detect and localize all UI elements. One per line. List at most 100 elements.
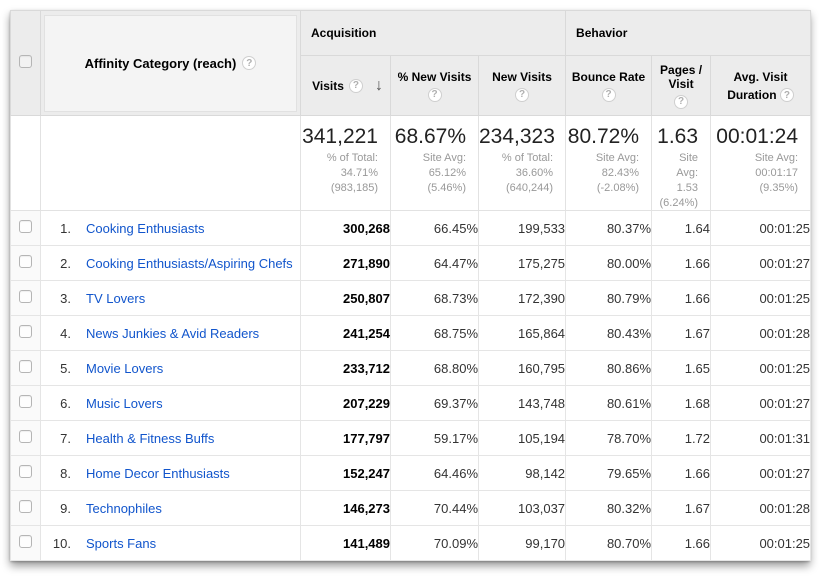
summary-blank-cell <box>11 116 41 211</box>
summary-subtext: % of Total: 34.71% (983,185) <box>301 151 378 196</box>
pct-new-visits-cell: 66.45% <box>391 211 479 246</box>
bounce-rate-cell: 80.86% <box>566 351 652 386</box>
visits-cell: 146,273 <box>301 491 391 526</box>
category-link[interactable]: News Junkies & Avid Readers <box>86 326 259 341</box>
row-checkbox[interactable] <box>19 535 32 548</box>
pages-per-visit-cell: 1.67 <box>652 316 711 351</box>
avg-visit-duration-cell: 00:01:25 <box>711 351 811 386</box>
new-visits-cell: 99,170 <box>479 526 566 561</box>
select-all-checkbox-cell <box>11 11 41 116</box>
help-icon[interactable]: ? <box>515 88 529 102</box>
column-header-new-visits[interactable]: New Visits ? <box>479 56 566 116</box>
summary-blank-cell <box>41 116 301 211</box>
category-link[interactable]: Cooking Enthusiasts <box>86 221 205 236</box>
bounce-rate-cell: 79.65% <box>566 456 652 491</box>
row-checkbox[interactable] <box>19 255 32 268</box>
category-link[interactable]: TV Lovers <box>86 291 145 306</box>
visits-cell: 271,890 <box>301 246 391 281</box>
help-icon[interactable]: ? <box>780 88 794 102</box>
category-link[interactable]: Health & Fitness Buffs <box>86 431 214 446</box>
column-header-pages-per-visit[interactable]: Pages / Visit ? <box>652 56 711 116</box>
row-checkbox-cell <box>11 526 41 561</box>
summary-subtext: Site Avg: 65.12% (5.46%) <box>391 151 466 196</box>
row-rank: 7. <box>41 431 71 446</box>
row-checkbox-cell <box>11 491 41 526</box>
pct-new-visits-cell: 64.47% <box>391 246 479 281</box>
summary-value: 80.72% <box>566 125 639 148</box>
visits-cell: 152,247 <box>301 456 391 491</box>
pages-per-visit-cell: 1.66 <box>652 526 711 561</box>
row-checkbox[interactable] <box>19 500 32 513</box>
column-header-avg-visit-duration[interactable]: Avg. Visit Duration ? <box>711 56 811 116</box>
dimension-header-box[interactable]: Affinity Category (reach) ? <box>44 15 297 112</box>
visits-cell: 300,268 <box>301 211 391 246</box>
avg-visit-duration-cell: 00:01:31 <box>711 421 811 456</box>
column-header-bounce-rate[interactable]: Bounce Rate ? <box>566 56 652 116</box>
category-cell: 2.Cooking Enthusiasts/Aspiring Chefs <box>41 246 301 281</box>
summary-subtext: % of Total: 36.60% (640,244) <box>479 151 553 196</box>
row-checkbox[interactable] <box>19 220 32 233</box>
row-rank: 8. <box>41 466 71 481</box>
row-checkbox[interactable] <box>19 430 32 443</box>
avg-visit-duration-cell: 00:01:27 <box>711 386 811 421</box>
column-label: Pages / Visit <box>654 63 708 91</box>
sort-descending-icon[interactable]: ↓ <box>375 77 383 95</box>
table-header: Affinity Category (reach) ? Acquisition … <box>11 11 811 116</box>
summary-value: 234,323 <box>479 125 553 148</box>
summary-value: 341,221 <box>301 125 378 148</box>
column-label: Visits <box>312 79 344 93</box>
column-header-pct-new-visits[interactable]: % New Visits ? <box>391 56 479 116</box>
row-checkbox-cell <box>11 386 41 421</box>
summary-avg-visit-duration: 00:01:24 Site Avg: 00:01:17 (9.35%) <box>711 116 811 211</box>
category-link[interactable]: Sports Fans <box>86 536 156 551</box>
column-header-visits[interactable]: Visits ? ↓ <box>301 56 391 116</box>
avg-visit-duration-cell: 00:01:25 <box>711 526 811 561</box>
visits-cell: 207,229 <box>301 386 391 421</box>
category-link[interactable]: Music Lovers <box>86 396 163 411</box>
category-cell: 9.Technophiles <box>41 491 301 526</box>
row-rank: 3. <box>41 291 71 306</box>
select-all-checkbox[interactable] <box>19 55 32 68</box>
category-link[interactable]: Cooking Enthusiasts/Aspiring Chefs <box>86 256 293 271</box>
row-checkbox[interactable] <box>19 325 32 338</box>
row-rank: 4. <box>41 326 71 341</box>
row-checkbox[interactable] <box>19 395 32 408</box>
table-body: 341,221 % of Total: 34.71% (983,185) 68.… <box>11 116 811 561</box>
row-checkbox-cell <box>11 316 41 351</box>
new-visits-cell: 160,795 <box>479 351 566 386</box>
category-link[interactable]: Home Decor Enthusiasts <box>86 466 230 481</box>
row-checkbox[interactable] <box>19 290 32 303</box>
category-link[interactable]: Movie Lovers <box>86 361 163 376</box>
visits-cell: 141,489 <box>301 526 391 561</box>
row-rank: 1. <box>41 221 71 236</box>
group-header-behavior: Behavior <box>566 11 811 56</box>
visits-cell: 233,712 <box>301 351 391 386</box>
pages-per-visit-cell: 1.65 <box>652 351 711 386</box>
help-icon[interactable]: ? <box>242 56 256 70</box>
summary-value: 68.67% <box>391 125 466 148</box>
help-icon[interactable]: ? <box>602 88 616 102</box>
avg-visit-duration-cell: 00:01:28 <box>711 316 811 351</box>
row-checkbox[interactable] <box>19 465 32 478</box>
category-cell: 5. Movie Lovers <box>41 351 301 386</box>
table-row: 1.Cooking Enthusiasts 300,268 66.45% 199… <box>11 211 811 246</box>
affinity-category-table: Affinity Category (reach) ? Acquisition … <box>10 10 811 561</box>
row-checkbox-cell <box>11 211 41 246</box>
summary-value: 00:01:24 <box>711 125 798 148</box>
help-icon[interactable]: ? <box>349 79 363 93</box>
row-checkbox[interactable] <box>19 360 32 373</box>
help-icon[interactable]: ? <box>674 95 688 109</box>
pages-per-visit-cell: 1.68 <box>652 386 711 421</box>
help-icon[interactable]: ? <box>428 88 442 102</box>
category-cell: 8. Home Decor Enthusiasts <box>41 456 301 491</box>
new-visits-cell: 103,037 <box>479 491 566 526</box>
summary-value: 1.63 <box>652 125 698 148</box>
pages-per-visit-cell: 1.66 <box>652 456 711 491</box>
category-link[interactable]: Technophiles <box>86 501 162 516</box>
summary-pct-new-visits: 68.67% Site Avg: 65.12% (5.46%) <box>391 116 479 211</box>
row-rank: 5. <box>41 361 71 376</box>
summary-subtext: Site Avg: 00:01:17 (9.35%) <box>711 151 798 196</box>
summary-bounce-rate: 80.72% Site Avg: 82.43% (-2.08%) <box>566 116 652 211</box>
row-checkbox-cell <box>11 281 41 316</box>
new-visits-cell: 165,864 <box>479 316 566 351</box>
